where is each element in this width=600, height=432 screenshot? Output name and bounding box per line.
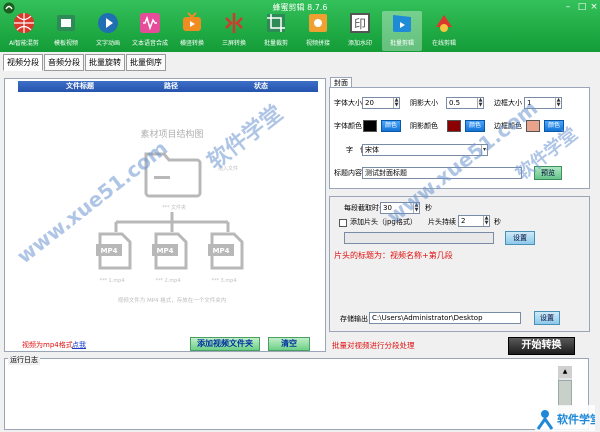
toolbar-item-label: 在线剪辑 — [431, 40, 456, 47]
format-hint: 视频为mp4格式 — [22, 341, 73, 349]
column-status[interactable]: 状态 — [254, 81, 268, 92]
font-color-label: 字体颜色 — [334, 122, 362, 130]
stamp-icon: 印 — [350, 13, 370, 33]
column-path[interactable]: 路径 — [164, 81, 178, 92]
clapboard-icon — [393, 15, 411, 32]
header-duration-label: 片头持续 — [428, 218, 456, 226]
watermark-logo: 软件学堂 — [535, 405, 595, 431]
clear-button[interactable]: 清空 — [268, 337, 310, 351]
tab-batch-reverse[interactable]: 批量倒序 — [126, 54, 166, 71]
font-size-input[interactable]: 20 ▲ ▼ — [362, 97, 400, 109]
format-help-link[interactable]: 点我 — [72, 340, 86, 350]
preview-button[interactable]: 预览 — [534, 166, 562, 180]
file-label: MP4 — [157, 247, 174, 255]
basketball-icon — [14, 13, 34, 33]
border-color-label: 边框颜色 — [494, 122, 522, 130]
shadow-color-label: 阴影颜色 — [410, 122, 438, 130]
font-color-button[interactable]: 颜色 — [381, 120, 401, 132]
file-list-header: 文件标题 路径 状态 — [18, 81, 318, 92]
toolbar-item-10[interactable]: 在线剪辑 — [424, 11, 464, 51]
split-screen-icon — [225, 13, 243, 33]
crop-icon — [267, 14, 285, 32]
scroll-up-icon[interactable]: ▲ — [558, 366, 572, 378]
folder-label: *** 文件夹 — [162, 204, 186, 211]
mp4-file-icon: MP4 — [96, 232, 132, 270]
header-seconds-unit: 秒 — [494, 218, 501, 226]
shadow-size-label: 阴影大小 — [410, 99, 438, 107]
film-strip-icon — [57, 15, 75, 31]
mp4-file-icon: MP4 — [208, 232, 244, 270]
output-path-input[interactable]: C:\Users\Administrator\Desktop — [369, 312, 521, 324]
header-image-path-input[interactable] — [344, 232, 494, 244]
close-button[interactable]: × — [588, 2, 600, 12]
minimize-button[interactable]: – — [562, 2, 574, 12]
title-content-label: 标题内容 — [334, 169, 362, 177]
font-size-label: 字体大小 — [334, 99, 362, 107]
add-video-folder-button[interactable]: 添加视频文件夹 — [190, 337, 260, 351]
drop-hint: 拖入文件 — [218, 165, 238, 172]
seconds-unit: 秒 — [425, 204, 432, 212]
play-circle-icon — [98, 13, 118, 33]
header-duration-input[interactable]: 2 ▲ ▼ — [458, 215, 490, 227]
tab-video-segment[interactable]: 视频分段 — [3, 54, 43, 71]
waveform-icon — [140, 13, 160, 33]
title-rule-text: 片头的标题为：视频名称+第几段 — [334, 251, 453, 260]
puzzle-icon — [309, 14, 327, 32]
title-content-input[interactable]: 测试封面标题 — [362, 167, 522, 179]
column-title[interactable]: 文件标题 — [66, 81, 94, 92]
folder-icon — [144, 152, 202, 198]
font-family-select[interactable]: 宋体 ▾ — [362, 144, 488, 156]
tab-audio-segment[interactable]: 音频分段 — [44, 54, 84, 71]
shadow-color-swatch — [447, 120, 461, 132]
border-size-input[interactable]: 1 ▲ ▼ — [524, 97, 562, 109]
font-color-swatch — [363, 120, 377, 132]
log-title: 运行日志 — [8, 355, 40, 365]
tv-icon — [183, 12, 201, 31]
add-header-checkbox[interactable] — [339, 219, 347, 227]
output-set-button[interactable]: 设置 — [534, 311, 560, 325]
scroll-thumb[interactable] — [558, 380, 572, 406]
file-name: *** 1.mp4 — [99, 278, 124, 284]
mp4-file-icon: MP4 — [152, 232, 188, 270]
output-label: 存储输出 — [340, 315, 368, 323]
file-label: MP4 — [213, 247, 230, 255]
segment-duration-input[interactable]: 30 ▲ ▼ — [380, 202, 420, 214]
border-color-button[interactable]: 颜色 — [544, 120, 564, 132]
file-label: MP4 — [101, 247, 118, 255]
svg-text:印: 印 — [354, 17, 366, 31]
header-image-set-button[interactable]: 设置 — [505, 231, 535, 245]
material-structure-diagram: 素材项目结构图 拖入文件 *** 文件夹 MP4 MP4 MP4 *** 1.m… — [96, 128, 244, 304]
online-edit-icon — [436, 15, 452, 32]
maximize-button[interactable]: □ — [576, 2, 588, 12]
chevron-down-icon: ▾ — [481, 145, 486, 155]
diagram-title: 素材项目结构图 — [140, 128, 203, 140]
file-name: *** 3.mp4 — [211, 278, 236, 284]
border-size-label: 边框大小 — [494, 99, 522, 107]
tab-batch-rotate[interactable]: 批量旋转 — [85, 54, 125, 71]
status-text: 批量对视频进行分段处理 — [332, 341, 415, 350]
tab-cover[interactable]: 封面 — [330, 77, 352, 87]
add-header-label: 添加片头（jpg格式） — [350, 218, 417, 226]
file-name: *** 2.mp4 — [155, 278, 180, 284]
shadow-size-input[interactable]: 0.5 ▲ ▼ — [446, 97, 484, 109]
start-convert-button[interactable]: 开始转换 — [508, 337, 575, 355]
app-window: 蜂蜜剪辑 8.7.6 – □ × AI智能混剪 模板视频 文字动画 文本语音合成 横竖转… — [0, 0, 600, 432]
log-panel[interactable] — [4, 358, 589, 430]
shadow-color-button[interactable]: 颜色 — [465, 120, 485, 132]
border-color-swatch — [526, 120, 540, 132]
watermark-logo-text: 软件学堂 — [557, 412, 595, 426]
drop-caption: 视频文件为 MP4 格式，存放在一个文件夹内 — [118, 296, 227, 304]
